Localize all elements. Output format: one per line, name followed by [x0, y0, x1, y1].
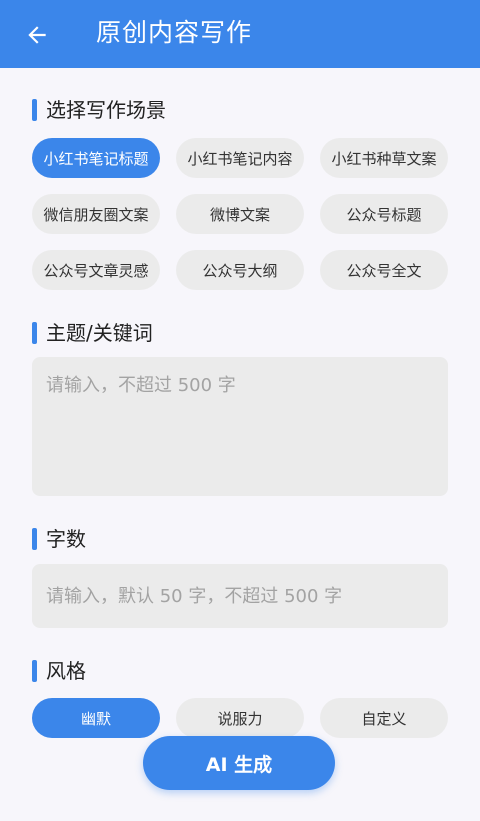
scene-chip-xhs-title[interactable]: 小红书笔记标题	[32, 138, 160, 178]
section-style: 风格	[32, 657, 86, 685]
section-keyword-title: 主题/关键词	[46, 321, 153, 345]
section-keyword: 主题/关键词	[32, 319, 153, 347]
style-chip-humor[interactable]: 幽默	[32, 698, 160, 738]
back-button[interactable]	[22, 20, 52, 50]
scene-chip-oa-fulltext[interactable]: 公众号全文	[320, 250, 448, 290]
section-count-title: 字数	[46, 527, 86, 551]
keyword-input[interactable]	[32, 357, 448, 496]
scene-chip-xhs-content[interactable]: 小红书笔记内容	[176, 138, 304, 178]
section-marker	[32, 99, 37, 121]
word-count-input[interactable]	[32, 564, 448, 628]
section-style-title: 风格	[46, 659, 86, 683]
section-count: 字数	[32, 525, 86, 553]
app-bar: 原创内容写作	[0, 0, 480, 68]
section-marker	[32, 322, 37, 344]
page-title: 原创内容写作	[96, 18, 253, 47]
scene-chip-wechat-moments[interactable]: 微信朋友圈文案	[32, 194, 160, 234]
scene-chip-weibo[interactable]: 微博文案	[176, 194, 304, 234]
style-chip-custom[interactable]: 自定义	[320, 698, 448, 738]
scene-chip-oa-inspiration[interactable]: 公众号文章灵感	[32, 250, 160, 290]
scene-chip-oa-outline[interactable]: 公众号大纲	[176, 250, 304, 290]
style-chip-persuasive[interactable]: 说服力	[176, 698, 304, 738]
ai-generate-button[interactable]: AI 生成	[143, 736, 335, 790]
section-marker	[32, 528, 37, 550]
arrow-left-icon	[28, 26, 46, 44]
scene-chip-oa-title[interactable]: 公众号标题	[320, 194, 448, 234]
scene-chip-xhs-seeding[interactable]: 小红书种草文案	[320, 138, 448, 178]
section-scene-title: 选择写作场景	[46, 98, 166, 122]
section-marker	[32, 660, 37, 682]
section-scene: 选择写作场景	[32, 96, 166, 124]
